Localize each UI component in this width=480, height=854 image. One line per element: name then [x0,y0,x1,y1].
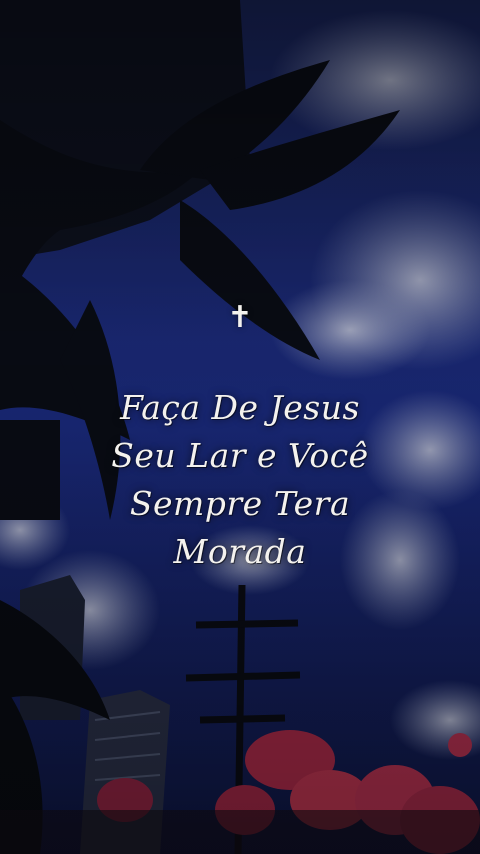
quote-line-3: Sempre Tera [129,484,351,523]
cross-icon: ✝ [227,300,253,335]
quote-line-1: Faça De Jesus [120,388,360,427]
quote-line-4: Morada [173,532,307,571]
quote-line-2: Seu Lar e Você [111,436,369,475]
quote-overlay: ✝ Faça De Jesus Seu Lar e Você Sempre Te… [0,296,480,576]
